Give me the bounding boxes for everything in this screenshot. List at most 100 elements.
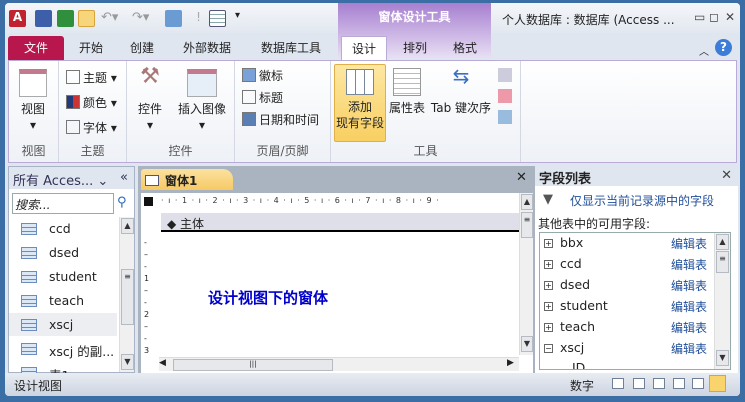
edit-table-link[interactable]: 编辑表: [671, 298, 707, 315]
pivot-table-view-icon[interactable]: [653, 378, 665, 389]
scroll-down-icon[interactable]: ▼: [716, 350, 729, 366]
insert-image-button[interactable]: 插入图像 ▾: [175, 69, 229, 133]
themes-button[interactable]: 主题 ▾: [66, 69, 117, 86]
field-list-scrollbar[interactable]: ▲ ≡ ▼: [714, 233, 730, 369]
scroll-thumb[interactable]: ≡: [121, 269, 134, 325]
save-icon[interactable]: [35, 10, 52, 27]
redo-icon[interactable]: ↷▾: [132, 10, 149, 27]
search-icon[interactable]: ⚲: [117, 195, 127, 210]
scroll-up-icon[interactable]: ▲: [521, 194, 533, 210]
date-time-button[interactable]: 日期和时间: [242, 111, 319, 128]
tab-arrange[interactable]: 排列: [395, 36, 435, 60]
exclamation-icon[interactable]: !: [190, 10, 207, 27]
controls-button[interactable]: ⚒ 控件 ▾: [135, 66, 165, 133]
scroll-down-icon[interactable]: ▼: [121, 354, 134, 370]
section-label: 主体: [180, 217, 205, 231]
nav-menu-icon[interactable]: ⌄: [97, 174, 108, 189]
scroll-thumb[interactable]: ≡: [716, 251, 729, 273]
form-label[interactable]: 设计视图下的窗体: [208, 287, 328, 308]
tab-order-button[interactable]: ⇆ Tab 键次序: [428, 66, 494, 116]
form-icon[interactable]: [165, 10, 182, 27]
tab-external-data[interactable]: 外部数据: [177, 36, 237, 60]
status-bar: 设计视图 数字: [5, 373, 740, 396]
nav-item-dsed[interactable]: dsed: [9, 241, 117, 264]
edit-table-link[interactable]: 编辑表: [671, 277, 707, 294]
group-label-view: 视图: [21, 144, 46, 158]
view-code-icon[interactable]: [498, 89, 512, 103]
table-node-ccd[interactable]: + ccd: [544, 256, 582, 271]
title-button[interactable]: 标题: [242, 89, 283, 106]
nav-item-xscj-copy[interactable]: xscj 的副...: [9, 337, 117, 360]
vertical-scrollbar[interactable]: ▲ ≡ ▼: [519, 193, 533, 355]
document-tab[interactable]: 窗体1: [141, 169, 233, 190]
table-icon: [21, 223, 37, 235]
field-item-id[interactable]: ID: [572, 360, 585, 369]
minimize-icon[interactable]: ▭: [694, 10, 705, 24]
edit-table-link[interactable]: 编辑表: [671, 235, 707, 252]
scroll-thumb[interactable]: ≡: [521, 212, 533, 238]
tab-format[interactable]: 格式: [445, 36, 485, 60]
table-node-student[interactable]: + student: [544, 298, 608, 313]
access-logo-icon[interactable]: A: [9, 10, 26, 27]
tab-database-tools[interactable]: 数据库工具: [255, 36, 327, 60]
scroll-down-icon[interactable]: ▼: [521, 336, 533, 352]
customize-toolbar-icon[interactable]: ▾: [235, 10, 252, 27]
tab-design[interactable]: 设计: [341, 36, 387, 60]
collapse-ribbon-icon[interactable]: ︿: [699, 43, 709, 58]
edit-table-link[interactable]: 编辑表: [671, 256, 707, 273]
view-button[interactable]: 视图 ▾: [15, 69, 51, 133]
nav-item-xscj[interactable]: xscj: [9, 313, 117, 336]
scroll-right-icon[interactable]: ▶: [507, 358, 514, 368]
help-icon[interactable]: ?: [715, 39, 732, 56]
excel-export-icon[interactable]: [57, 10, 74, 27]
design-view-icon[interactable]: [78, 10, 95, 27]
convert-macros-icon[interactable]: [498, 110, 512, 124]
scroll-up-icon[interactable]: ▲: [716, 234, 729, 250]
nav-item-student[interactable]: student: [9, 265, 117, 288]
nav-item-teach[interactable]: teach: [9, 289, 117, 312]
close-icon[interactable]: ✕: [725, 10, 735, 24]
tab-create[interactable]: 创建: [122, 36, 162, 60]
design-view-icon[interactable]: [709, 375, 726, 392]
tab-home[interactable]: 开始: [71, 36, 111, 60]
datasheet-view-icon[interactable]: [633, 378, 645, 389]
nav-header[interactable]: 所有 Acces... ⌄ «: [9, 167, 134, 189]
table-node-dsed[interactable]: + dsed: [544, 277, 590, 292]
undo-icon[interactable]: ↶▾: [101, 10, 118, 27]
table-node-teach[interactable]: + teach: [544, 319, 595, 334]
hscroll-thumb[interactable]: |||: [173, 359, 333, 371]
nav-item-table1[interactable]: 表1: [9, 361, 117, 373]
form-selector[interactable]: [144, 197, 153, 206]
datasheet-icon[interactable]: [209, 10, 226, 27]
form-view-icon[interactable]: [612, 378, 624, 389]
horizontal-scrollbar[interactable]: ◀ ||| ▶: [159, 357, 519, 371]
subform-icon[interactable]: [498, 68, 512, 82]
edit-table-link[interactable]: 编辑表: [671, 319, 707, 336]
table-node-xscj[interactable]: − xscj: [544, 340, 584, 355]
pivot-chart-view-icon[interactable]: [673, 378, 685, 389]
group-controls: ⚒ 控件 ▾ 插入图像 ▾ 控件: [127, 61, 235, 162]
tab-file[interactable]: 文件: [8, 36, 64, 60]
show-current-fields-link[interactable]: 仅显示当前记录源中的字段: [570, 192, 714, 209]
add-existing-fields-button[interactable]: 添加 现有字段: [334, 64, 386, 142]
scroll-left-icon[interactable]: ◀: [159, 358, 166, 368]
restore-icon[interactable]: ◻: [709, 10, 719, 24]
property-sheet-button[interactable]: 属性表: [387, 68, 427, 116]
colors-button[interactable]: 颜色 ▾: [66, 94, 117, 111]
scroll-up-icon[interactable]: ▲: [121, 218, 134, 234]
nav-search-input[interactable]: 搜索...: [12, 193, 114, 214]
expand-icon: +: [544, 281, 553, 290]
layout-view-icon[interactable]: [692, 378, 704, 389]
close-document-icon[interactable]: ✕: [516, 170, 527, 185]
table-node-bbx[interactable]: + bbx: [544, 235, 583, 250]
close-field-list-icon[interactable]: ✕: [721, 168, 732, 183]
nav-scrollbar[interactable]: ▲ ≡ ▼: [119, 217, 134, 372]
ribbon-tabs: 文件 开始 创建 外部数据 数据库工具 设计 排列 格式 ︿ ?: [5, 33, 740, 60]
nav-item-ccd[interactable]: ccd: [9, 217, 117, 240]
collapse-nav-icon[interactable]: «: [120, 170, 128, 185]
section-bar-detail[interactable]: ◆ 主体: [161, 213, 519, 232]
fonts-button[interactable]: 字体 ▾: [66, 119, 117, 136]
context-tab-group-label: 窗体设计工具: [378, 10, 451, 24]
edit-table-link[interactable]: 编辑表: [671, 340, 707, 357]
logo-button[interactable]: 徽标: [242, 67, 283, 84]
